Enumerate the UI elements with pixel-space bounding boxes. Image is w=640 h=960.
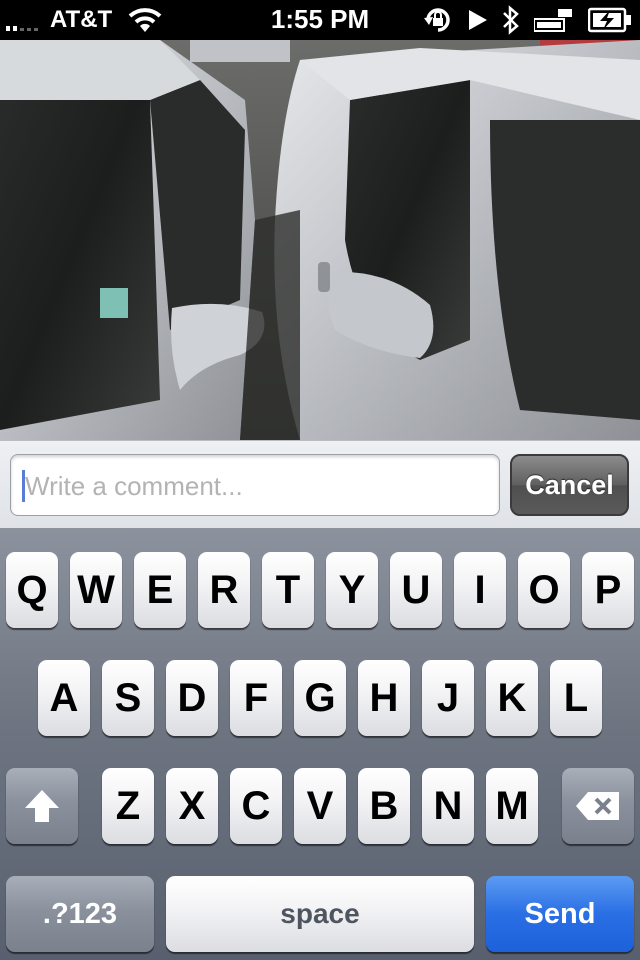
signal-bars-icon (534, 9, 572, 32)
shift-arrow-icon (25, 790, 59, 822)
key-h[interactable]: H (358, 660, 410, 736)
comment-bar: Write a comment... Cancel (0, 440, 640, 530)
key-d[interactable]: D (166, 660, 218, 736)
cancel-button[interactable]: Cancel (510, 454, 629, 516)
bluetooth-icon (503, 5, 519, 35)
delete-key[interactable] (562, 768, 634, 844)
status-bar: AT&T 1:55 PM (0, 0, 640, 40)
key-y[interactable]: Y (326, 552, 378, 628)
key-q[interactable]: Q (6, 552, 58, 628)
play-icon (469, 10, 487, 30)
key-b[interactable]: B (358, 768, 410, 844)
key-l[interactable]: L (550, 660, 602, 736)
key-f[interactable]: F (230, 660, 282, 736)
key-n[interactable]: N (422, 768, 474, 844)
key-a[interactable]: A (38, 660, 90, 736)
key-p[interactable]: P (582, 552, 634, 628)
key-g[interactable]: G (294, 660, 346, 736)
key-t[interactable]: T (262, 552, 314, 628)
shift-key[interactable] (6, 768, 78, 844)
numbers-key[interactable]: .?123 (6, 876, 154, 952)
key-c[interactable]: C (230, 768, 282, 844)
key-i[interactable]: I (454, 552, 506, 628)
send-key[interactable]: Send (486, 876, 634, 952)
space-key[interactable]: space (166, 876, 474, 952)
key-s[interactable]: S (102, 660, 154, 736)
key-j[interactable]: J (422, 660, 474, 736)
key-o[interactable]: O (518, 552, 570, 628)
keyboard: Q W E R T Y U I O P A S D F G H J K L Z … (0, 530, 640, 960)
key-w[interactable]: W (70, 552, 122, 628)
key-e[interactable]: E (134, 552, 186, 628)
battery-charging-icon (588, 7, 631, 33)
rotation-lock-icon (424, 8, 450, 32)
comment-input[interactable]: Write a comment... (10, 454, 500, 516)
key-m[interactable]: M (486, 768, 538, 844)
comment-placeholder: Write a comment... (25, 471, 243, 501)
key-k[interactable]: K (486, 660, 538, 736)
key-v[interactable]: V (294, 768, 346, 844)
backspace-icon (576, 792, 619, 820)
photo (0, 40, 640, 440)
key-u[interactable]: U (390, 552, 442, 628)
key-z[interactable]: Z (102, 768, 154, 844)
key-r[interactable]: R (198, 552, 250, 628)
key-x[interactable]: X (166, 768, 218, 844)
